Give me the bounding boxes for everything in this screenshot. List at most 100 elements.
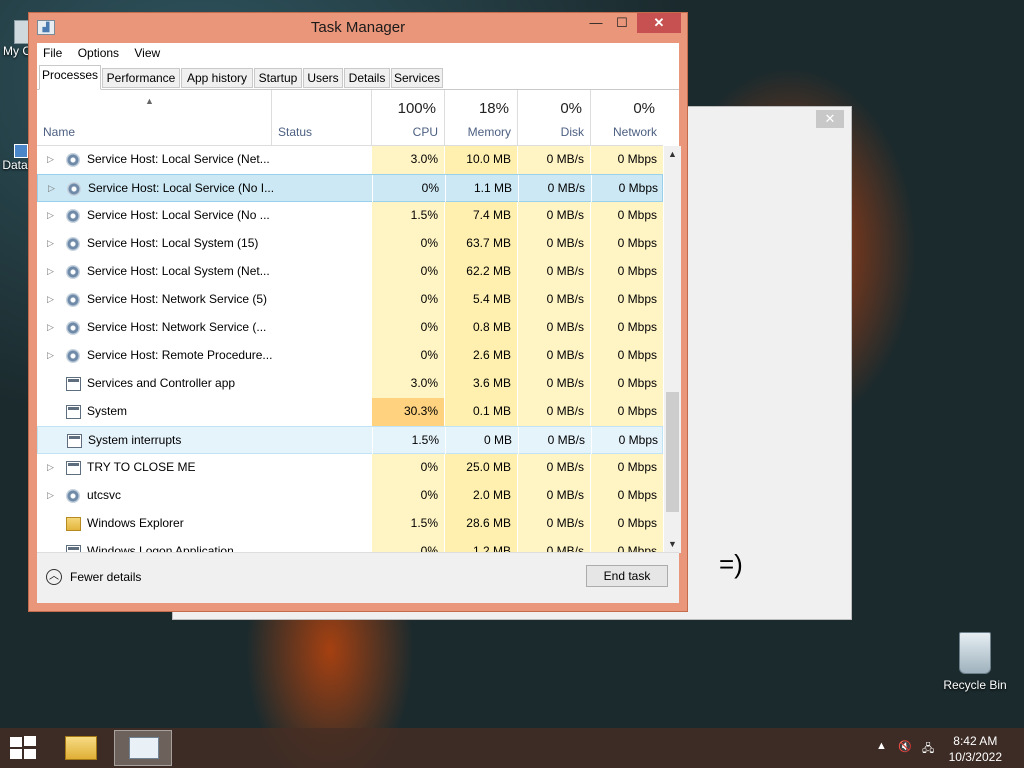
table-row[interactable]: ▷ Service Host: Remote Procedure... 0% 2.6 …	[37, 342, 663, 370]
table-row[interactable]: ▷ utcsvc 0% 2.0 MB 0 MB/s 0 Mbps	[37, 482, 663, 510]
app-icon	[67, 434, 82, 448]
network-value: 0 Mbps	[590, 482, 663, 510]
expand-arrow-icon[interactable]: ▷	[47, 482, 54, 509]
volume-muted-icon[interactable]: 🔇	[898, 740, 912, 753]
column-status[interactable]: Status	[271, 90, 371, 145]
background-window-close-button[interactable]: ✕	[816, 110, 844, 128]
memory-value: 0.8 MB	[444, 314, 517, 342]
tab-details[interactable]: Details	[344, 68, 390, 88]
process-name: Service Host: Local Service (No ...	[87, 208, 270, 222]
table-row[interactable]: System interrupts 1.5% 0 MB 0 MB/s 0 Mbps	[37, 426, 663, 455]
title-bar[interactable]: ▟ Task Manager — ☐ ✕	[29, 13, 687, 43]
expand-arrow-icon[interactable]: ▷	[47, 258, 54, 285]
disk-value: 0 MB/s	[517, 454, 590, 482]
process-name: Service Host: Local System (15)	[87, 236, 259, 250]
table-row[interactable]: ▷ Service Host: Network Service (5) 0% 5.4 …	[37, 286, 663, 314]
taskbar-task-manager[interactable]	[114, 730, 172, 766]
tab-users[interactable]: Users	[303, 68, 343, 88]
column-network[interactable]: 0% Network	[590, 90, 663, 145]
scroll-thumb[interactable]	[666, 392, 679, 512]
gear-icon	[66, 293, 80, 307]
table-row[interactable]: ▷ Service Host: Local Service (Net... 3.0%…	[37, 146, 663, 174]
fewer-details-label: Fewer details	[70, 570, 142, 584]
tab-app-history[interactable]: App history	[181, 68, 253, 88]
vertical-scrollbar[interactable]: ▲ ▼	[664, 146, 681, 553]
table-row[interactable]: ▷ Service Host: Network Service (... 0% 0.8…	[37, 314, 663, 342]
cpu-value: 0%	[371, 314, 444, 342]
disk-value: 0 MB/s	[517, 258, 590, 286]
shortcut-icon	[14, 144, 28, 158]
expand-arrow-icon[interactable]: ▷	[47, 342, 54, 369]
table-row[interactable]: ▷ TRY TO CLOSE ME 0% 25.0 MB 0 MB/s 0 Mbps	[37, 454, 663, 482]
process-name: Service Host: Local Service (Net...	[87, 152, 270, 166]
column-cpu[interactable]: 100% CPU	[371, 90, 444, 145]
process-name: Windows Logon Application	[87, 544, 234, 553]
column-name[interactable]: ▲ Name	[37, 90, 271, 145]
expand-arrow-icon[interactable]: ▷	[47, 454, 54, 481]
cpu-value: 1.5%	[372, 427, 445, 455]
footer: ︿ Fewer details End task	[37, 552, 679, 603]
table-row[interactable]: Windows Explorer 1.5% 28.6 MB 0 MB/s 0 Mbps	[37, 510, 663, 538]
table-row[interactable]: ▷ Service Host: Local System (15) 0% 63.7 M…	[37, 230, 663, 258]
desktop-icon-recycle-bin[interactable]: Recycle Bin	[940, 632, 1010, 692]
fewer-details-button[interactable]: ︿ Fewer details	[46, 568, 141, 586]
menu-file[interactable]: File	[37, 43, 68, 60]
disk-value: 0 MB/s	[517, 314, 590, 342]
cpu-value: 0%	[371, 230, 444, 258]
maximize-button[interactable]: ☐	[609, 13, 635, 33]
table-row[interactable]: ▷ Service Host: Local Service (No I... 0% 1…	[37, 174, 663, 203]
network-value: 0 Mbps	[590, 314, 663, 342]
table-row[interactable]: ▷ Service Host: Local System (Net... 0% 62.…	[37, 258, 663, 286]
tab-processes[interactable]: Processes	[39, 65, 101, 90]
process-name: System	[87, 404, 128, 418]
close-button[interactable]: ✕	[637, 13, 681, 33]
expand-arrow-icon[interactable]: ▷	[47, 230, 54, 257]
network-total: 0%	[633, 100, 655, 117]
app-icon	[66, 405, 81, 419]
cpu-value: 3.0%	[371, 146, 444, 174]
disk-value: 0 MB/s	[517, 370, 590, 398]
show-hidden-icons-icon[interactable]: ▲	[876, 740, 887, 752]
chevron-up-icon: ︿	[46, 569, 62, 585]
tab-startup[interactable]: Startup	[254, 68, 302, 88]
menu-view[interactable]: View	[128, 43, 166, 60]
end-task-button[interactable]: End task	[586, 565, 668, 587]
task-manager-window[interactable]: ▟ Task Manager — ☐ ✕ File Options View P…	[28, 12, 688, 612]
memory-value: 5.4 MB	[444, 286, 517, 314]
cpu-value: 0%	[371, 286, 444, 314]
column-network-label: Network	[612, 125, 657, 139]
table-row[interactable]: Services and Controller app 3.0% 3.6 MB 0 M…	[37, 370, 663, 398]
table-row[interactable]: System 30.3% 0.1 MB 0 MB/s 0 Mbps	[37, 398, 663, 426]
expand-arrow-icon[interactable]: ▷	[47, 146, 54, 173]
expand-arrow-icon[interactable]: ▷	[47, 314, 54, 341]
folder-icon	[66, 517, 81, 531]
expand-arrow-icon[interactable]: ▷	[48, 175, 55, 202]
tab-performance[interactable]: Performance	[102, 68, 180, 88]
expand-arrow-icon[interactable]: ▷	[47, 202, 54, 229]
tab-services[interactable]: Services	[391, 68, 443, 88]
column-disk[interactable]: 0% Disk	[517, 90, 590, 145]
gear-icon	[66, 349, 80, 363]
clock[interactable]: 8:42 AM 10/3/2022	[949, 733, 1002, 765]
disk-total: 0%	[560, 100, 582, 117]
background-window-text: =)	[719, 549, 743, 579]
cpu-value: 0%	[371, 538, 444, 553]
table-row[interactable]: Windows Logon Application 0% 1.2 MB 0 MB/s 0…	[37, 538, 663, 553]
taskbar-file-explorer[interactable]	[52, 730, 110, 766]
column-memory[interactable]: 18% Memory	[444, 90, 517, 145]
table-row[interactable]: ▷ Service Host: Local Service (No ... 1.5%…	[37, 202, 663, 230]
expand-arrow-icon[interactable]: ▷	[47, 286, 54, 313]
taskbar: ▲ 🔇 🖧 8:42 AM 10/3/2022	[0, 728, 1024, 768]
scroll-down-arrow-icon[interactable]: ▼	[664, 536, 681, 553]
desktop-icon-label: Recycle Bin	[943, 678, 1007, 692]
memory-value: 1.2 MB	[444, 538, 517, 553]
network-icon[interactable]: 🖧	[922, 740, 934, 759]
menu-options[interactable]: Options	[72, 43, 125, 60]
minimize-button[interactable]: —	[583, 13, 609, 33]
start-button[interactable]	[10, 736, 38, 760]
network-value: 0 Mbps	[590, 538, 663, 553]
windows-logo-icon	[24, 736, 36, 746]
scroll-up-arrow-icon[interactable]: ▲	[664, 146, 681, 163]
desktop-icon-data[interactable]: Data	[0, 144, 30, 172]
memory-value: 1.1 MB	[445, 175, 518, 203]
